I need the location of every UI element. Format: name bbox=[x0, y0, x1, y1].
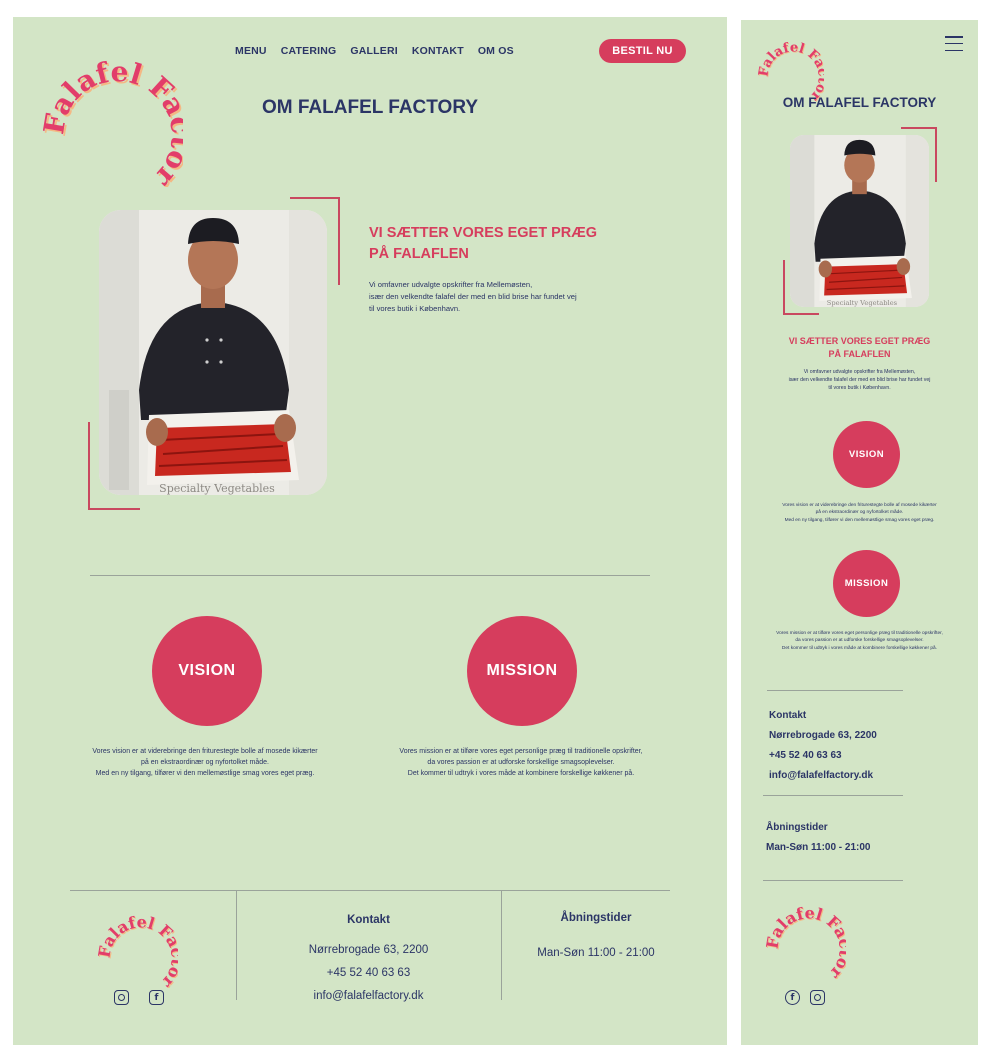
instagram-icon[interactable] bbox=[114, 990, 129, 1005]
mobile-intro-heading-line1: VI SÆTTER VORES EGET PRÆG bbox=[788, 336, 931, 346]
mission-line: Vores mission er at tilføre vores eget p… bbox=[399, 748, 643, 755]
mobile-vision-text: Vores vision er at viderebringe den frit… bbox=[741, 502, 978, 524]
mobile-address: Nørrebrogade 63, 2200 bbox=[769, 730, 877, 741]
mobile-intro-line: til vores butik i København. bbox=[828, 385, 891, 392]
svg-text:Falafel Factory: Falafel Factory bbox=[98, 902, 178, 988]
section-divider bbox=[90, 575, 650, 576]
mission-text: Vores mission er at tilføre vores eget p… bbox=[366, 747, 676, 780]
footer-social-links: f bbox=[114, 990, 164, 1005]
footer-contact-title: Kontakt bbox=[347, 914, 390, 926]
mobile-page: Falafel Factory Falafel Factory OM FALAF… bbox=[741, 20, 978, 1045]
svg-text:Falafel Factory: Falafel Factory bbox=[758, 30, 824, 102]
order-now-button[interactable]: BESTIL NU bbox=[599, 39, 686, 63]
mobile-contact: Kontakt Nørrebrogade 63, 2200 +45 52 40 … bbox=[769, 706, 877, 786]
mobile-vision-line: på en ekstraordinær og nyfortolket måde. bbox=[815, 510, 904, 516]
mission-line: da vores passion er at udforske forskell… bbox=[427, 758, 615, 766]
mobile-divider bbox=[763, 795, 903, 796]
hamburger-menu-icon[interactable] bbox=[945, 36, 963, 51]
mobile-mission-line: da vores passion er at udforske forskell… bbox=[795, 638, 924, 644]
mobile-divider bbox=[763, 880, 903, 881]
mobile-mission-line: Det kommer til udtryk i vores måde at ko… bbox=[781, 645, 938, 651]
footer-logo[interactable]: Falafel Factory Falafel Factory bbox=[92, 887, 188, 993]
mobile-footer-logo[interactable]: Falafel Factory Falafel Factory bbox=[760, 878, 856, 984]
vision-circle: VISION bbox=[152, 616, 262, 726]
chef-photo: Specialty Vegetables bbox=[99, 210, 327, 495]
mobile-chef-photo: Specialty Vegetables bbox=[790, 135, 929, 307]
main-nav: MENU CATERING GALLERI KONTAKT OM OS bbox=[235, 45, 514, 57]
mission-circle: MISSION bbox=[467, 616, 577, 726]
facebook-icon[interactable]: f bbox=[785, 990, 800, 1005]
mobile-vision-line: Med en ny tilgang, tilfører vi den melle… bbox=[784, 517, 935, 523]
mobile-hours: Åbningstider Man-Søn 11:00 - 21:00 bbox=[766, 818, 870, 858]
intro-line: Vi omfavner udvalgte opskrifter fra Mell… bbox=[369, 280, 533, 289]
mobile-intro-line: især den velkendte falafel der med en bl… bbox=[788, 377, 931, 384]
desktop-page: Falafel Factory Falafel Factory MENU CAT… bbox=[13, 11, 727, 1045]
mobile-hours-title: Åbningstider bbox=[766, 822, 828, 833]
mobile-intro-heading: VI SÆTTER VORES EGET PRÆG PÅ FALAFLEN bbox=[741, 335, 978, 361]
nav-item-om-os[interactable]: OM OS bbox=[478, 45, 514, 57]
nav-item-catering[interactable]: CATERING bbox=[281, 45, 337, 57]
photo-box-label: Specialty Vegetables bbox=[159, 482, 275, 495]
instagram-icon[interactable] bbox=[810, 990, 825, 1005]
nav-item-menu[interactable]: MENU bbox=[235, 45, 267, 57]
mobile-photo-box-label: Specialty Vegetables bbox=[827, 299, 898, 307]
mobile-brand-logo[interactable]: Falafel Factory Falafel Factory bbox=[753, 20, 831, 105]
footer-phone[interactable]: +45 52 40 63 63 bbox=[236, 962, 501, 985]
mission-line: Det kommer til udtryk i vores måde at ko… bbox=[407, 769, 635, 777]
vision-line: Med en ny tilgang, tilfører vi den melle… bbox=[95, 769, 315, 777]
mobile-mission-circle: MISSION bbox=[833, 550, 900, 617]
intro-paragraph: Vi omfavner udvalgte opskrifter fra Mell… bbox=[369, 279, 577, 314]
mobile-phone[interactable]: +45 52 40 63 63 bbox=[769, 746, 877, 766]
mobile-mission-line: Vores mission er at tilføre vores eget p… bbox=[776, 631, 943, 636]
mobile-intro-line: Vi omfavner udvalgte opskrifter fra Mell… bbox=[803, 369, 916, 375]
footer-hours: Man-Søn 11:00 - 21:00 bbox=[537, 947, 655, 959]
footer-hours-title: Åbningstider bbox=[560, 912, 632, 924]
vision-line: Vores vision er at viderebringe den frit… bbox=[92, 748, 318, 755]
footer-contact-details: Nørrebrogade 63, 2200 +45 52 40 63 63 in… bbox=[236, 939, 501, 1008]
facebook-icon[interactable]: f bbox=[149, 990, 164, 1005]
mobile-social-links: f bbox=[785, 990, 825, 1005]
mobile-page-title: OM FALAFEL FACTORY bbox=[782, 95, 937, 110]
footer-divider bbox=[70, 890, 670, 891]
nav-item-kontakt[interactable]: KONTAKT bbox=[412, 45, 464, 57]
svg-text:Falafel Factory: Falafel Factory bbox=[766, 893, 846, 979]
mobile-intro-paragraph: Vi omfavner udvalgte opskrifter fra Mell… bbox=[741, 368, 978, 392]
intro-heading: VI SÆTTER VORES EGET PRÆG PÅ FALAFLEN bbox=[369, 223, 597, 265]
nav-item-galleri[interactable]: GALLERI bbox=[350, 45, 397, 57]
intro-line: især den velkendte falafel der med en bl… bbox=[369, 291, 577, 301]
mobile-vision-line: Vores vision er at viderebringe den frit… bbox=[782, 503, 937, 508]
footer-address: Nørrebrogade 63, 2200 bbox=[308, 944, 429, 956]
intro-heading-line2: PÅ FALAFLEN bbox=[369, 246, 469, 263]
mobile-mission-text: Vores mission er at tilføre vores eget p… bbox=[741, 630, 978, 652]
vision-text: Vores vision er at viderebringe den frit… bbox=[60, 747, 350, 780]
vision-line: på en ekstraordinær og nyfortolket måde. bbox=[140, 758, 269, 766]
mobile-email[interactable]: info@falafelfactory.dk bbox=[769, 766, 877, 786]
intro-line: til vores butik i København. bbox=[369, 303, 461, 313]
mobile-hours-value: Man-Søn 11:00 - 21:00 bbox=[766, 842, 871, 853]
page-title: OM FALAFEL FACTORY bbox=[261, 97, 479, 118]
footer-email[interactable]: info@falafelfactory.dk bbox=[236, 985, 501, 1008]
mobile-vision-circle: VISION bbox=[833, 421, 900, 488]
mobile-intro-heading-line2: PÅ FALAFLEN bbox=[828, 349, 891, 360]
mobile-contact-title: Kontakt bbox=[769, 710, 807, 721]
intro-heading-line1: VI SÆTTER VORES EGET PRÆG bbox=[369, 225, 598, 241]
mobile-divider bbox=[767, 690, 903, 691]
